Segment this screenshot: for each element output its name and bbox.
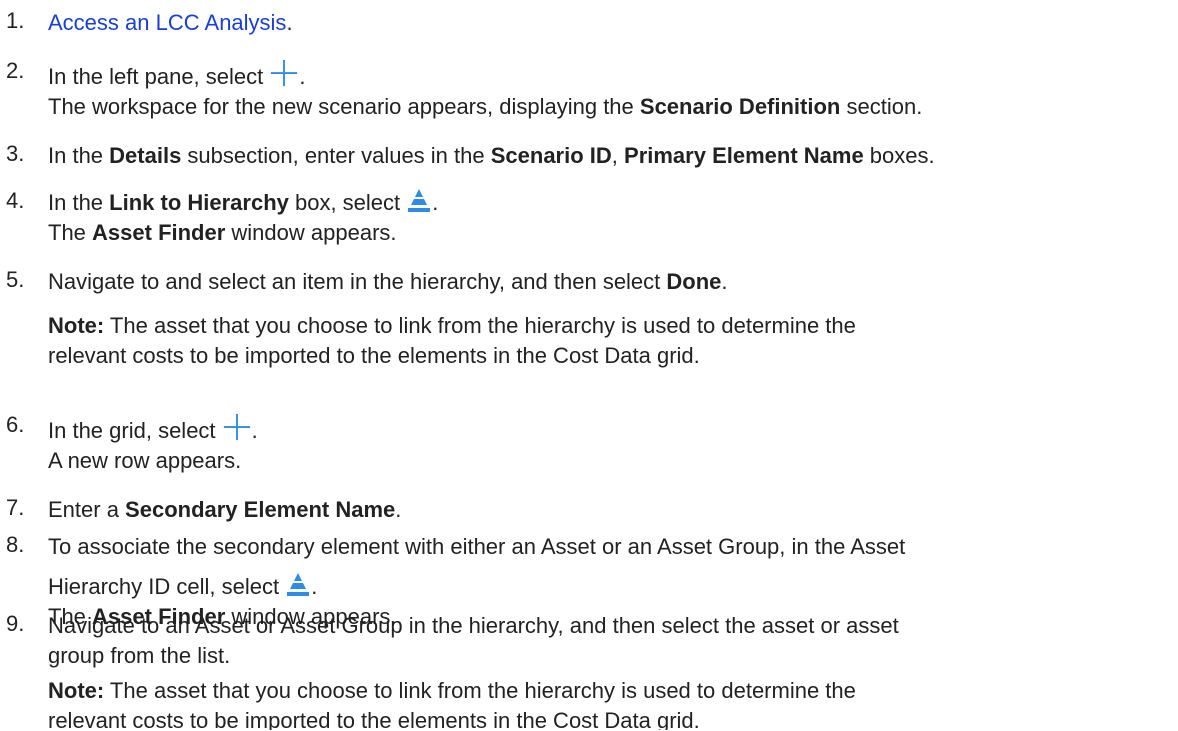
step-number: 5. [6, 267, 25, 292]
step-number: 6. [6, 412, 25, 437]
step-text: Navigate to and select an item in the hi… [48, 269, 728, 294]
step-result: The Asset Finder window appears. [48, 220, 397, 245]
step-2: 2. In the left pane, select . The worksp… [0, 58, 1178, 122]
step-text: In the Link to Hierarchy box, select . [48, 188, 439, 215]
step-result: A new row appears. [48, 448, 242, 473]
note: Note: The asset that you choose to link … [48, 313, 856, 368]
plus-icon [222, 412, 252, 442]
step-text: Navigate to an Asset or Asset Group in t… [48, 613, 899, 638]
step-text: In the Details subsection, enter values … [48, 143, 935, 168]
step-number: 1. [6, 8, 25, 33]
access-lcc-analysis-link[interactable]: Access an LCC Analysis [48, 10, 286, 35]
plus-icon [269, 58, 299, 88]
hierarchy-icon [406, 188, 432, 214]
step-text: To associate the secondary element with … [48, 534, 906, 559]
step-number: 8. [6, 532, 25, 557]
step-7: 7. Enter a Secondary Element Name. [0, 495, 1178, 525]
step-number: 3. [6, 141, 25, 166]
step-3: 3. In the Details subsection, enter valu… [0, 141, 1178, 171]
step-5: 5. Navigate to and select an item in the… [0, 267, 1178, 371]
step-result: The workspace for the new scenario appea… [48, 94, 923, 119]
step-number: 7. [6, 495, 25, 520]
note-label: Note: [48, 678, 105, 703]
step-9: 9. Navigate to an Asset or Asset Group i… [0, 611, 1178, 671]
step-text: In the grid, select . [48, 412, 1178, 446]
step-number: 9. [6, 611, 25, 636]
procedure-page: 1. Access an LCC Analysis. 2. In the lef… [0, 0, 1178, 731]
hierarchy-icon [285, 572, 311, 598]
step-text: Access an LCC Analysis. [48, 10, 293, 35]
step-text: group from the list. [48, 643, 231, 668]
step-1: 1. Access an LCC Analysis. [0, 8, 1178, 38]
step-4: 4. In the Link to Hierarchy box, select … [0, 188, 1178, 248]
step-text: Enter a Secondary Element Name. [48, 497, 402, 522]
step-6: 6. In the grid, select . A new row appea… [0, 412, 1178, 476]
note-label: Note: [48, 313, 105, 338]
step-text: Hierarchy ID cell, select . [48, 572, 318, 599]
step-text: In the left pane, select . [48, 58, 1178, 92]
step-number: 2. [6, 58, 25, 83]
note: Note: The asset that you choose to link … [48, 678, 856, 703]
step-9-note: Note: The asset that you choose to link … [0, 676, 1178, 730]
step-number: 4. [6, 188, 25, 213]
